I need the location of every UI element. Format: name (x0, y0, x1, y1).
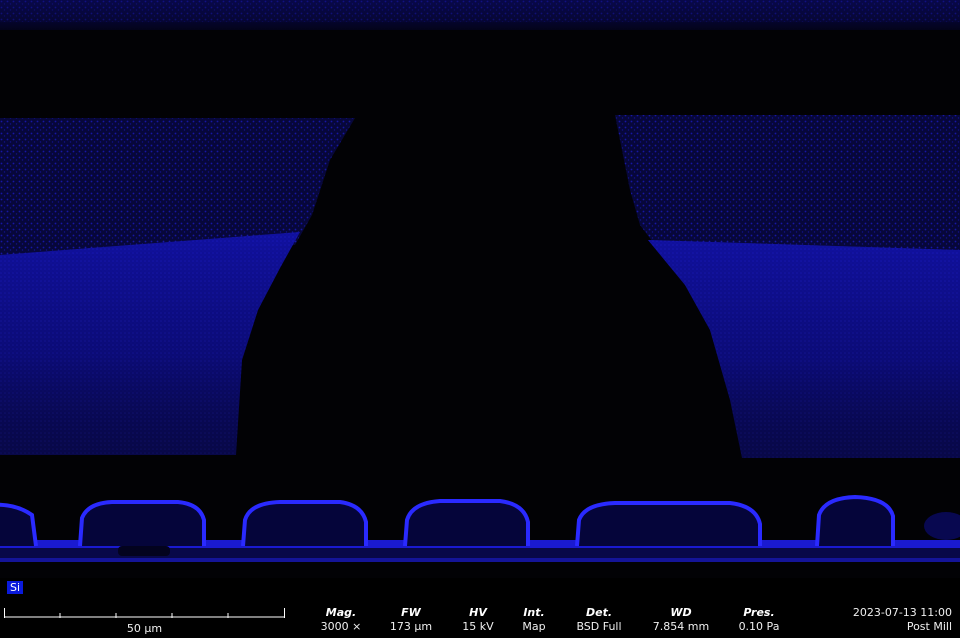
field-label: HV (469, 606, 487, 619)
field-det: Det. BSD Full (566, 606, 632, 634)
field-mag: Mag. 3000 × (312, 606, 370, 634)
field-label: Det. (585, 606, 613, 619)
arch-3 (241, 500, 368, 547)
arch-6 (815, 494, 895, 547)
field-label: Int. (523, 606, 545, 619)
field-label: Mag. (325, 606, 357, 619)
element-label-si: Si (7, 581, 24, 594)
right-upper-layer (615, 115, 960, 255)
sem-micrograph (0, 0, 960, 578)
timestamp: 2023-07-13 11:00 (852, 606, 952, 619)
note-label: Post Mill (906, 620, 952, 633)
sem-databar: 50 µm Mag. 3000 × FW 173 µm HV 15 kV Int… (0, 600, 960, 638)
scale-bar-label: 50 µm (126, 622, 163, 635)
field-value: 173 µm (389, 620, 433, 633)
field-int: Int. Map (510, 606, 558, 634)
field-value: 3000 × (320, 620, 362, 633)
field-fw: FW 173 µm (380, 606, 442, 634)
field-label: Pres. (743, 606, 775, 619)
field-value: 7.854 mm (652, 620, 710, 633)
arch-4 (403, 499, 530, 547)
scale-bar (4, 608, 285, 618)
eds-silicon-map (0, 0, 960, 562)
field-pres: Pres. 0.10 Pa (728, 606, 790, 634)
field-label: FW (401, 606, 421, 619)
acquisition-info: 2023-07-13 11:00 Post Mill (853, 606, 952, 634)
left-upper-layer (0, 118, 355, 258)
arch-2 (78, 500, 206, 547)
arch-1 (0, 502, 38, 547)
field-value: Map (522, 620, 546, 633)
field-label: WD (670, 606, 692, 619)
field-wd: WD 7.854 mm (645, 606, 717, 634)
field-value: 0.10 Pa (738, 620, 780, 633)
field-value: BSD Full (576, 620, 622, 633)
field-value: 15 kV (462, 620, 494, 633)
arch-5 (575, 501, 762, 547)
field-hv: HV 15 kV (451, 606, 505, 634)
